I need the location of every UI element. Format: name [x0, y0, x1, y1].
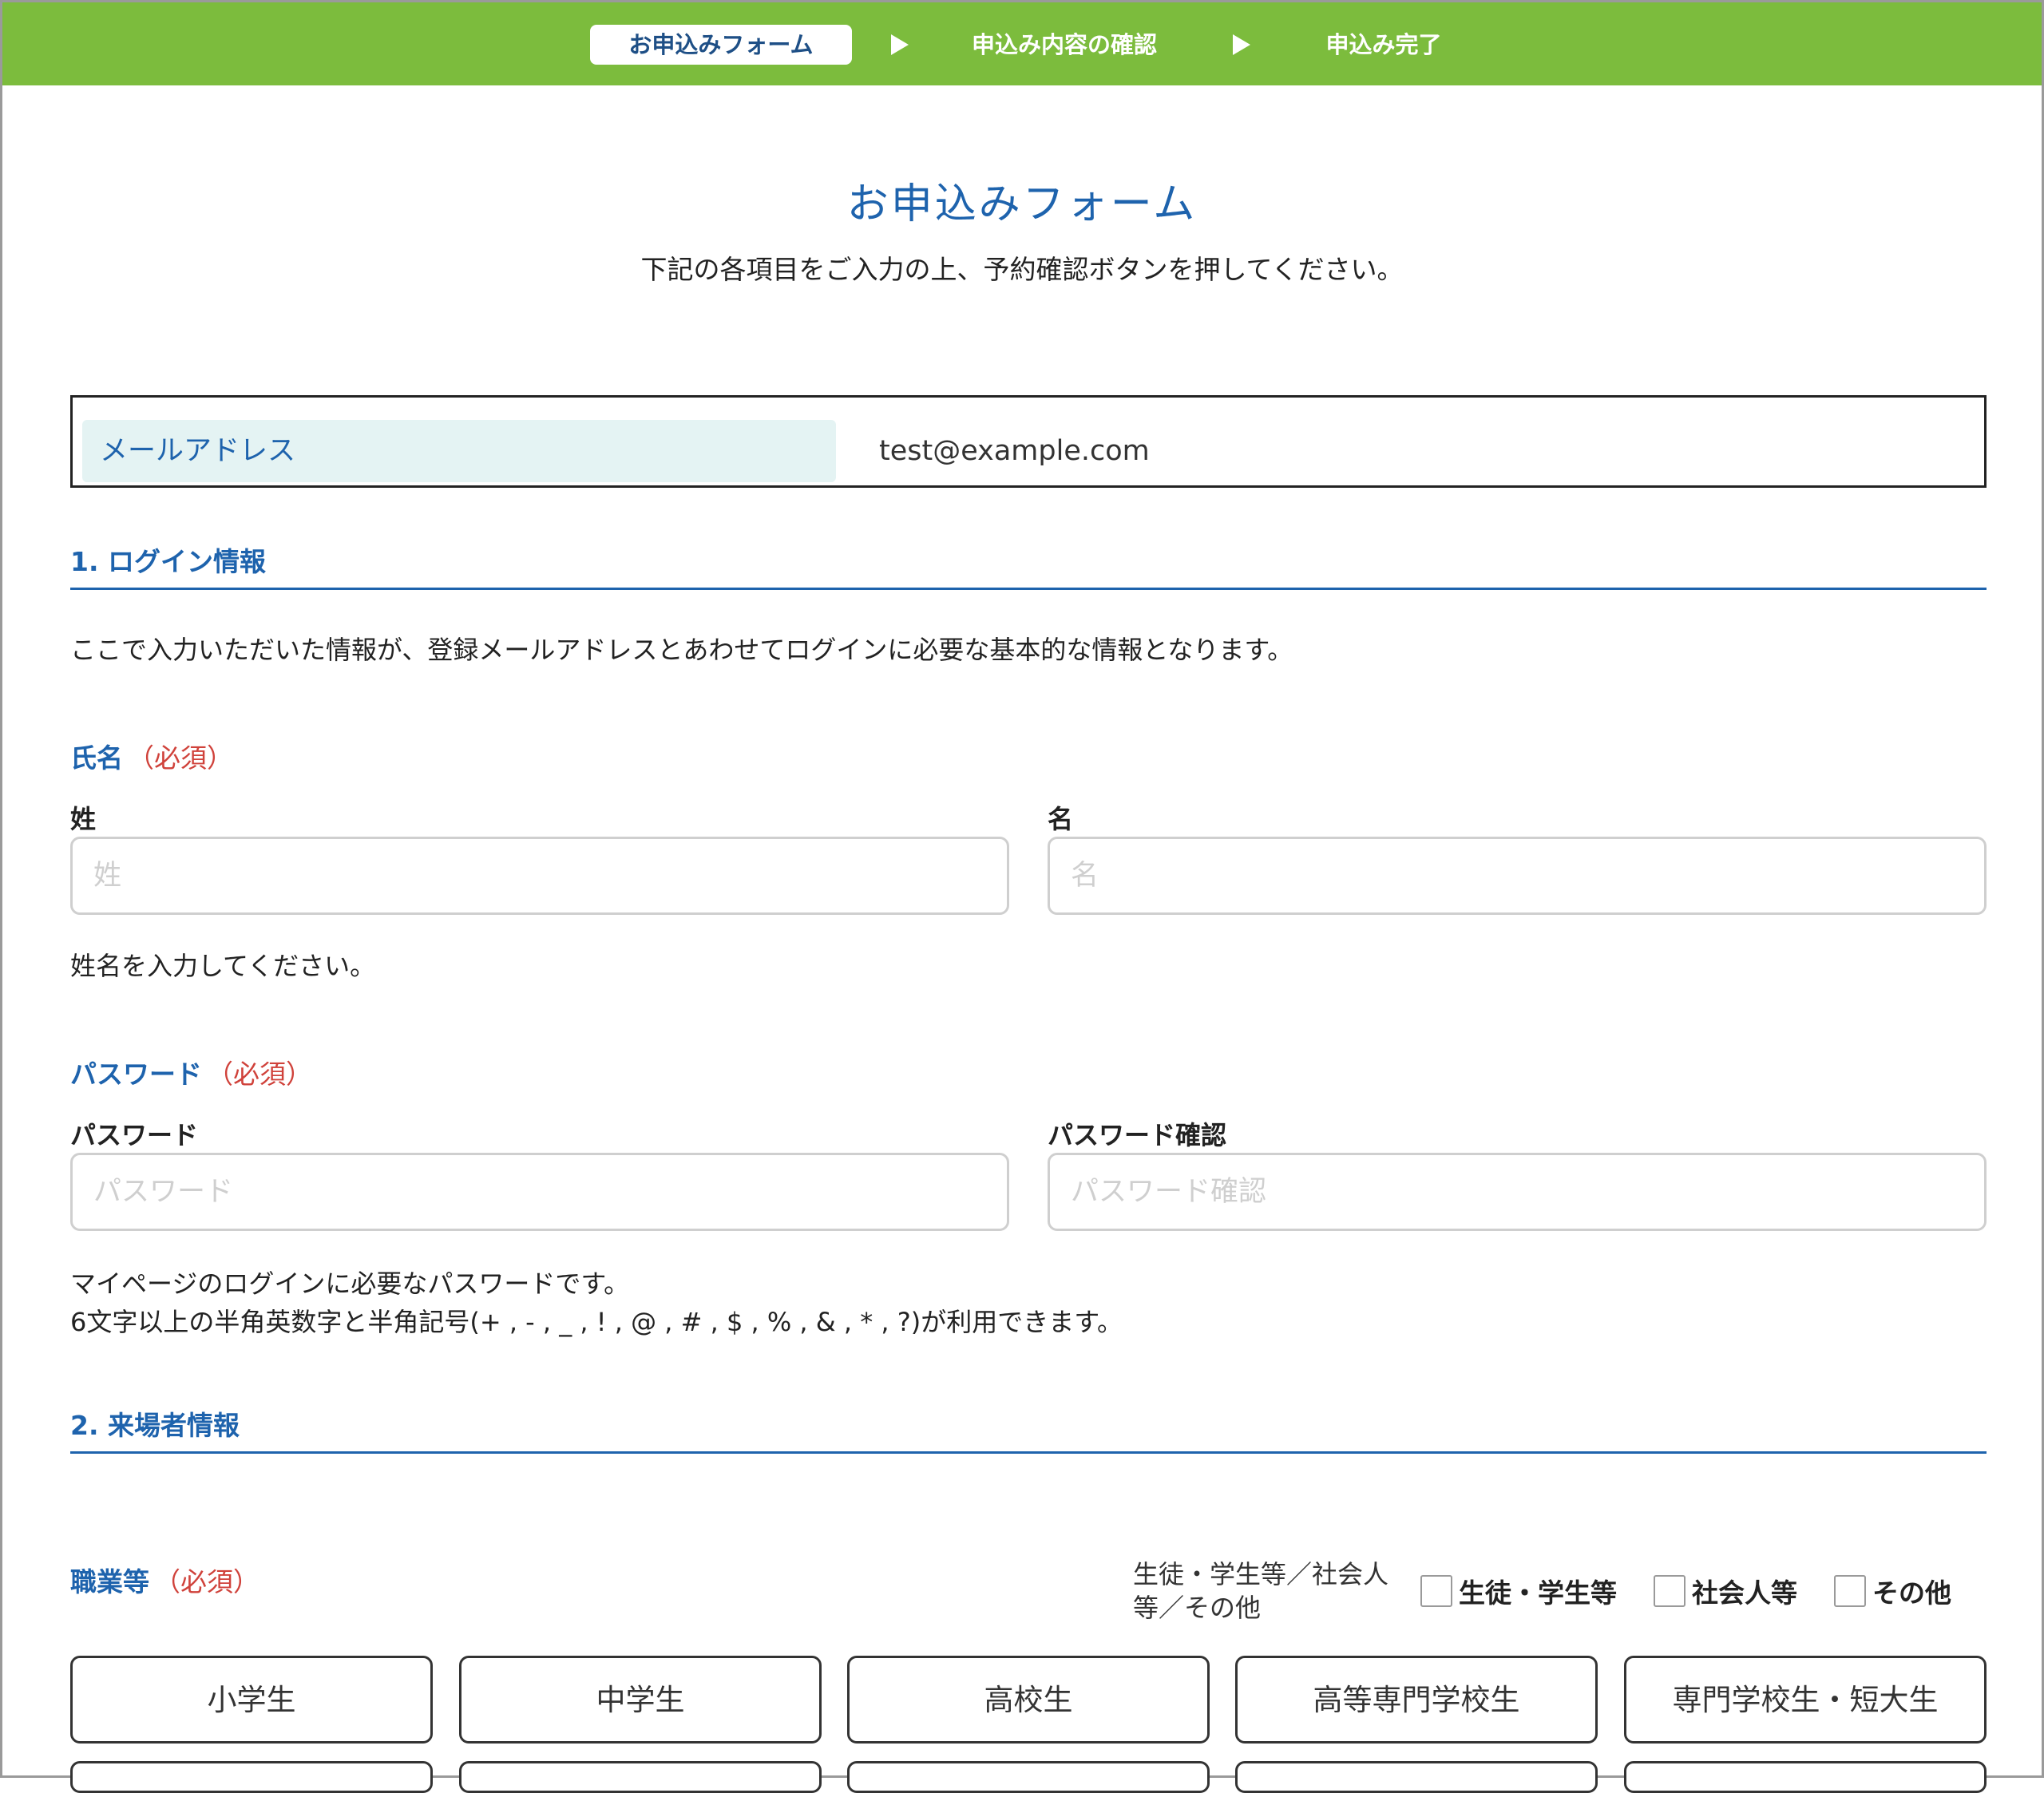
occupation-option-vocational-junior-college[interactable]: 専門学校生・短大生	[1624, 1656, 1987, 1744]
occupation-option-elementary[interactable]: 小学生	[70, 1656, 433, 1744]
step-arrow-icon	[891, 34, 909, 55]
section-heading-login: 1. ログイン情報	[70, 542, 1987, 590]
step-application-form: お申込みフォーム	[590, 25, 852, 65]
filter-label-student: 生徒・学生等	[1459, 1577, 1617, 1609]
password-confirm-label: パスワード確認	[1048, 1120, 1227, 1150]
password-label: パスワード	[70, 1120, 199, 1150]
filter-working-adult[interactable]: 社会人等	[1654, 1573, 1797, 1609]
occupation-option-high-school[interactable]: 高校生	[847, 1656, 1210, 1744]
last-name-label: 姓	[70, 804, 97, 834]
occupation-option-partial[interactable]	[847, 1761, 1210, 1793]
filter-student[interactable]: 生徒・学生等	[1420, 1573, 1617, 1609]
page-subtitle: 下記の各項目をご入力の上、予約確認ボタンを押してください。	[640, 254, 1404, 285]
occupation-option-technical-college[interactable]: 高等専門学校生	[1235, 1656, 1598, 1744]
password-help-line1: マイページのログインに必要なパスワードです。	[70, 1269, 630, 1299]
required-mark: （必須）	[154, 1566, 259, 1597]
checkbox[interactable]	[1420, 1575, 1452, 1607]
first-name-input[interactable]	[1048, 837, 1987, 915]
page-title: お申込みフォーム	[846, 180, 1198, 228]
password-input[interactable]	[70, 1153, 1009, 1231]
checkbox[interactable]	[1834, 1575, 1866, 1607]
email-value: test@example.com	[879, 435, 1150, 467]
name-help-text: 姓名を入力してください。	[70, 951, 376, 981]
progress-stepper: お申込みフォーム 申込み内容の確認 申込み完了	[2, 2, 2042, 85]
occupation-field-label: 職業等 （必須）	[70, 1561, 259, 1599]
email-label: メールアドレス	[82, 420, 836, 482]
checkbox[interactable]	[1654, 1575, 1686, 1607]
password-confirm-input[interactable]	[1048, 1153, 1987, 1231]
name-label-text: 氏名	[70, 742, 123, 774]
first-name-label: 名	[1048, 804, 1074, 834]
filter-label-other: その他	[1872, 1577, 1951, 1609]
name-field-label: 氏名 （必須）	[70, 737, 233, 775]
password-label-text: パスワード	[70, 1059, 202, 1090]
occupation-option-partial[interactable]	[1624, 1761, 1987, 1793]
section-heading-visitor: 2. 来場者情報	[70, 1406, 1987, 1454]
filter-label-working-adult: 社会人等	[1692, 1577, 1797, 1609]
occupation-option-partial[interactable]	[1235, 1761, 1598, 1793]
occupation-option-partial[interactable]	[459, 1761, 822, 1793]
required-mark: （必須）	[128, 742, 233, 774]
occupation-option-junior-high[interactable]: 中学生	[459, 1656, 822, 1744]
occupation-label-text: 職業等	[70, 1566, 149, 1597]
occupation-option-partial[interactable]	[70, 1761, 433, 1793]
email-display: メールアドレス test@example.com	[70, 395, 1987, 488]
step-arrow-icon	[1233, 34, 1250, 55]
last-name-input[interactable]	[70, 837, 1009, 915]
password-help-line2: 6文字以上の半角英数字と半角記号(+ , - , _ , ! , @ , # ,…	[70, 1307, 1123, 1337]
required-mark: （必須）	[207, 1059, 312, 1090]
login-description: ここで入力いただいた情報が、登録メールアドレスとあわせてログインに必要な基本的な…	[70, 635, 1293, 665]
password-field-label: パスワード （必須）	[70, 1053, 312, 1091]
step-confirm: 申込み内容の確認	[971, 31, 1157, 58]
occupation-filter-label: 生徒・学生等／社会人等／その他	[1133, 1559, 1389, 1623]
filter-other[interactable]: その他	[1834, 1573, 1951, 1609]
step-complete: 申込み完了	[1325, 31, 1442, 58]
